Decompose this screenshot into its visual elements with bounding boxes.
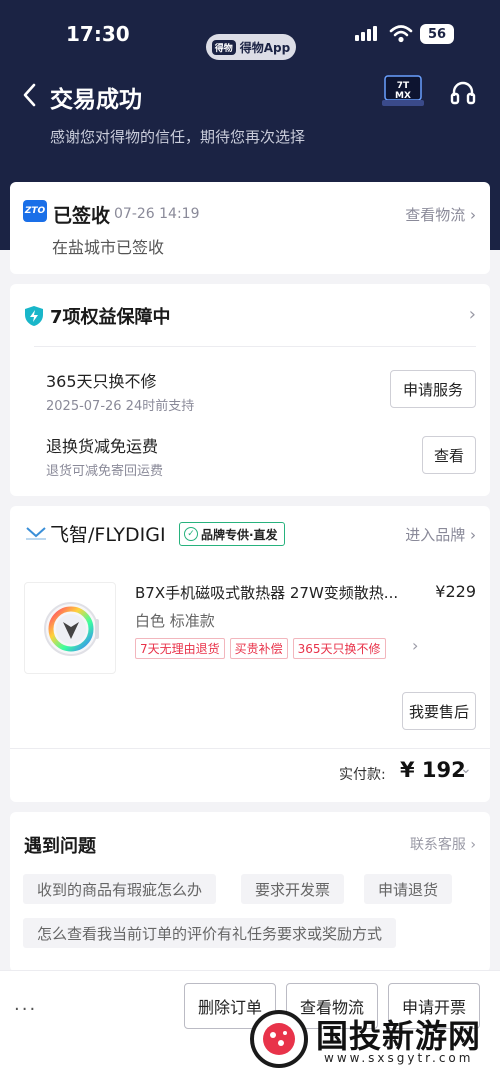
brand-tag: ✓ 品牌专供·直发 xyxy=(179,522,285,546)
order-card: 飞智/FLYDIGI ✓ 品牌专供·直发 进入品牌 › B7X手机磁吸式散热器 … xyxy=(10,506,490,802)
chevron-right-icon: › xyxy=(470,526,476,544)
apply-service-button[interactable]: 申请服务 xyxy=(390,370,476,408)
product-price: ¥229 xyxy=(435,582,476,601)
logistics-card[interactable]: ZTO 已签收 07-26 14:19 查看物流 › 在盐城市已签收 xyxy=(10,182,490,274)
status-time: 17:30 xyxy=(66,22,130,46)
tag: 365天只换不修 xyxy=(292,638,386,659)
tag: 7天无理由退货 xyxy=(135,638,225,659)
help-chip[interactable]: 要求开发票 xyxy=(241,874,345,904)
page-title: 交易成功 xyxy=(50,87,142,113)
view-button[interactable]: 查看 xyxy=(422,436,476,474)
app-pill[interactable]: 得物 得物App xyxy=(206,34,296,60)
view-logistics-label: 查看物流 xyxy=(405,206,466,224)
device-badge-label: 7T MX xyxy=(395,81,411,101)
logistics-location: 在盐城市已签收 xyxy=(52,238,165,257)
right-item-name: 365天只换不修 xyxy=(46,372,157,391)
right-item-sub: 2025-07-26 24时前支持 xyxy=(46,399,195,414)
watermark: 国投新游网 www.sxsgytr.com xyxy=(250,1005,495,1070)
app-pill-label: 得物App xyxy=(239,40,291,55)
right-item-name: 退换货减免运费 xyxy=(46,437,159,456)
product-spec: 白色 标准款 xyxy=(135,612,215,630)
tag: 买贵补偿 xyxy=(229,638,288,659)
enter-brand-label: 进入品牌 xyxy=(405,526,466,544)
help-chip[interactable]: 收到的商品有瑕疵怎么办 xyxy=(23,874,217,904)
product-title[interactable]: B7X手机磁吸式散热器 27W变频散热... xyxy=(135,582,415,603)
help-title: 遇到问题 xyxy=(24,836,96,857)
brand-tag-label: 品牌专供·直发 xyxy=(201,527,278,542)
contact-service-link[interactable]: 联系客服 › xyxy=(410,834,476,854)
back-button[interactable] xyxy=(22,82,46,108)
chevron-down-icon[interactable]: ⌄ xyxy=(460,761,472,777)
signal-icon xyxy=(355,26,377,41)
status-bar: 17:30 得物 得物App 56 xyxy=(0,20,500,60)
paid-label: 实付款: xyxy=(339,767,386,783)
right-item-sub: 退货可减免寄回运费 xyxy=(46,464,164,479)
wifi-icon xyxy=(389,25,413,43)
page-subtitle: 感谢您对得物的信任，期待您再次选择 xyxy=(50,128,306,146)
logistics-status: 已签收 xyxy=(53,205,111,227)
enter-brand-link[interactable]: 进入品牌 › xyxy=(405,524,476,545)
chevron-right-icon: › xyxy=(470,837,476,853)
view-logistics-link[interactable]: 查看物流 › xyxy=(405,204,476,225)
battery-icon: 56 xyxy=(420,24,454,44)
after-sale-button[interactable]: 我要售后 xyxy=(402,692,476,730)
brand-logo-icon xyxy=(26,527,46,540)
carrier-logo-icon: ZTO xyxy=(23,200,47,222)
paid-amount: ¥ 192 xyxy=(400,758,466,782)
device-badge-icon[interactable]: 7T MX xyxy=(382,74,424,110)
divider xyxy=(10,748,490,749)
app-logo: 得物 xyxy=(211,39,236,55)
watermark-url: www.sxsgytr.com xyxy=(324,1051,474,1065)
headset-icon[interactable] xyxy=(450,80,476,108)
shield-bolt-icon xyxy=(25,306,43,326)
rights-title[interactable]: 7项权益保障中 xyxy=(50,303,171,329)
more-icon[interactable]: ··· xyxy=(14,999,37,1020)
check-circle-icon: ✓ xyxy=(184,527,198,541)
help-chip[interactable]: 申请退货 xyxy=(364,874,453,904)
help-chip[interactable]: 怎么查看我当前订单的评价有礼任务要求或奖励方式 xyxy=(23,918,397,948)
chevron-right-icon: › xyxy=(470,206,476,224)
divider xyxy=(34,346,476,347)
watermark-logo-icon xyxy=(250,1010,308,1068)
rights-card: 7项权益保障中 › 365天只换不修 2025-07-26 24时前支持 申请服… xyxy=(10,284,490,496)
product-image[interactable] xyxy=(24,582,116,674)
product-tags[interactable]: 7天无理由退货 买贵补偿 365天只换不修 xyxy=(135,638,386,659)
help-card: 遇到问题 联系客服 › 收到的商品有瑕疵怎么办 要求开发票 申请退货 怎么查看我… xyxy=(10,812,490,972)
brand-name[interactable]: 飞智/FLYDIGI xyxy=(50,520,166,547)
cooler-image-icon xyxy=(44,602,99,656)
logistics-time: 07-26 14:19 xyxy=(114,206,200,222)
chevron-right-icon[interactable]: › xyxy=(469,304,476,325)
chevron-right-icon[interactable]: › xyxy=(412,636,418,655)
chevron-left-icon xyxy=(23,83,36,107)
contact-service-label: 联系客服 xyxy=(409,837,466,853)
